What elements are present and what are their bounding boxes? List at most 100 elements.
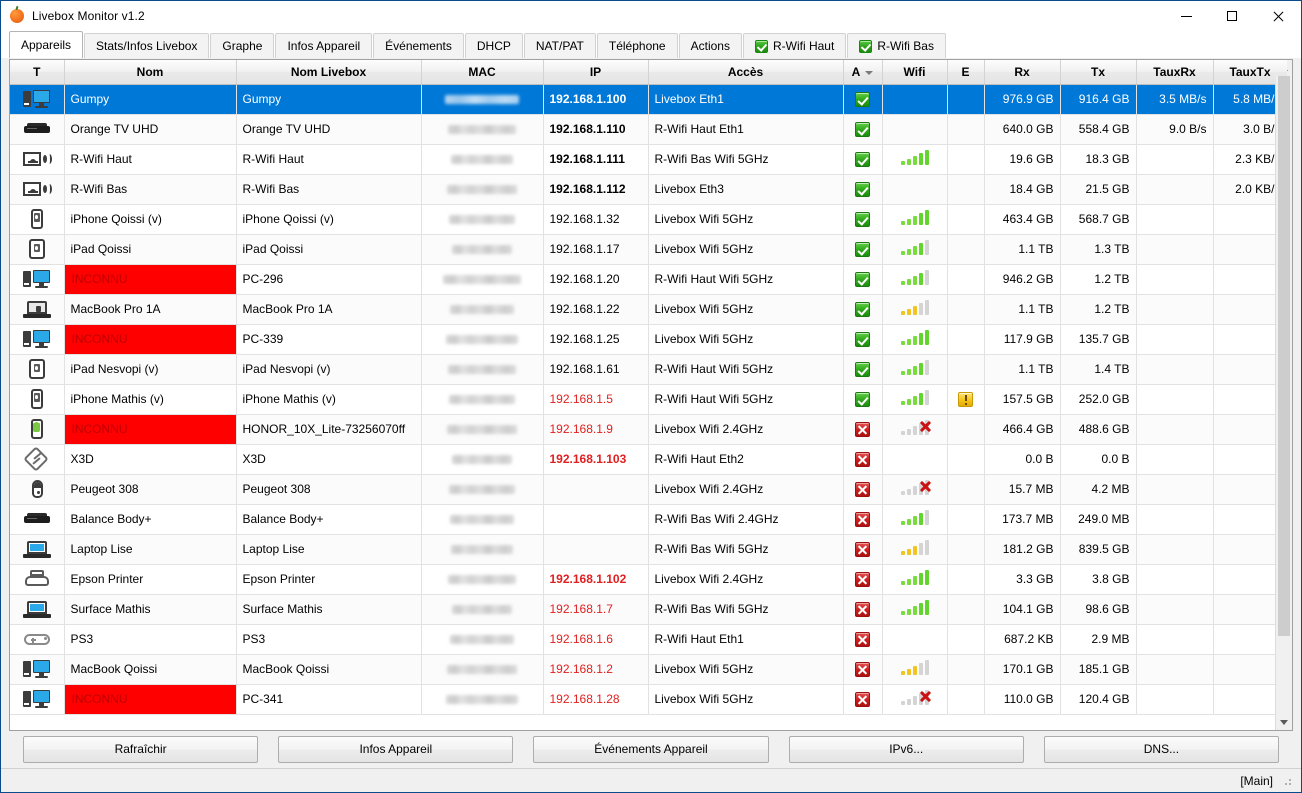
status-bar: [Main] — [1, 768, 1301, 792]
cell-ip-address: 192.168.1.112 — [543, 174, 649, 205]
vertical-scrollbar[interactable] — [1275, 60, 1292, 730]
cell-name: MacBook Qoissi — [64, 654, 237, 685]
ipv6-button[interactable]: IPv6... — [788, 735, 1024, 763]
cell-rx: 466.4 GB — [984, 414, 1061, 445]
cell-livebox-name: Laptop Lise — [236, 534, 422, 565]
tx-value: 185.1 GB — [1078, 662, 1130, 676]
table-row[interactable]: INCONNU PC-339 192.168.1.25 Livebox Wifi 5G… — [10, 324, 1288, 355]
wifi-disconnected-icon — [919, 420, 932, 433]
cell-event-flag — [947, 354, 985, 385]
cell-access-point: R-Wifi Bas Wifi 2.4GHz — [648, 504, 844, 535]
tab-actions[interactable]: Actions — [678, 33, 742, 58]
tab-r-wifi-haut[interactable]: R-Wifi Haut — [742, 33, 847, 58]
ip-address-label: 192.168.1.22 — [549, 302, 620, 316]
cell-event-flag — [947, 624, 985, 655]
maximize-button[interactable] — [1209, 1, 1255, 31]
cell-name: Peugeot 308 — [64, 474, 237, 505]
tab-stats-infos-livebox[interactable]: Stats/Infos Livebox — [84, 33, 210, 58]
tx-value: 916.4 GB — [1078, 92, 1130, 106]
v-nements-appareil-button[interactable]: Événements Appareil — [533, 735, 769, 763]
cell-active-status — [843, 384, 883, 415]
cell-active-status — [843, 654, 883, 685]
minimize-button[interactable] — [1163, 1, 1209, 31]
device-name-label: iPhone Qoissi (v) — [70, 212, 162, 226]
table-row[interactable]: iPad Qoissi iPad Qoissi 192.168.1.17 Livebo… — [10, 234, 1288, 265]
cell-tauxrx — [1136, 504, 1214, 535]
table-row[interactable]: iPhone Qoissi (v) iPhone Qoissi (v) 192.16… — [10, 204, 1288, 235]
access-point-label: Livebox Wifi 2.4GHz — [654, 422, 764, 436]
table-row[interactable]: INCONNU PC-341 192.168.1.28 Livebox Wifi 5G… — [10, 684, 1288, 715]
column-header-tauxrx[interactable]: TauxRx — [1136, 60, 1214, 85]
table-row[interactable]: Orange TV UHD Orange TV UHD 192.168.1.110 R… — [10, 114, 1288, 145]
access-point-label: R-Wifi Haut Eth1 — [654, 122, 744, 136]
tab-dhcp[interactable]: DHCP — [464, 33, 523, 58]
column-header-ip[interactable]: IP — [543, 60, 649, 85]
column-header-t[interactable]: T — [10, 60, 65, 85]
tab-infos-appareil[interactable]: Infos Appareil — [275, 33, 373, 58]
devices-grid: T Nom Nom Livebox MAC IP Accès A Wifi E Rx Tx TauxR… — [9, 59, 1293, 731]
resize-grip-icon[interactable] — [1281, 775, 1293, 787]
cell-mac-address — [421, 84, 544, 115]
tab-graphe[interactable]: Graphe — [210, 33, 275, 58]
scroll-down-button[interactable] — [1276, 714, 1292, 730]
table-row[interactable]: X3D X3D 192.168.1.103 R-Wifi Haut Eth2 0.0 B… — [10, 444, 1288, 475]
rafra-chir-button[interactable]: Rafraîchir — [23, 735, 259, 763]
tab-appareils[interactable]: Appareils — [9, 31, 84, 58]
cell-wifi-signal — [882, 474, 948, 505]
column-header-tx[interactable]: Tx — [1060, 60, 1137, 85]
table-row[interactable]: iPad Nesvopi (v) iPad Nesvopi (v) 192.168.… — [10, 354, 1288, 385]
cell-event-flag — [947, 84, 985, 115]
tab-nat-pat[interactable]: NAT/PAT — [523, 33, 596, 58]
infos-appareil-button[interactable]: Infos Appareil — [278, 735, 514, 763]
table-row[interactable]: INCONNU PC-296 192.168.1.20 R-Wifi Haut Wif… — [10, 264, 1288, 295]
cell-tauxrx — [1136, 294, 1214, 325]
cell-wifi-signal — [882, 144, 948, 175]
cell-mac-address — [421, 564, 544, 595]
column-header-mac[interactable]: MAC — [421, 60, 544, 85]
cell-tauxrx — [1136, 414, 1214, 445]
column-header-label: T — [33, 64, 41, 79]
table-row[interactable]: Peugeot 308 Peugeot 308 Livebox Wifi 2.4GH… — [10, 474, 1288, 505]
column-header-wifi[interactable]: Wifi — [882, 60, 948, 85]
table-row[interactable]: INCONNU HONOR_10X_Lite-73256070ff 192.168.… — [10, 414, 1288, 445]
table-row[interactable]: Surface Mathis Surface Mathis 192.168.1.7 R… — [10, 594, 1288, 625]
tab-t-l-phone[interactable]: Téléphone — [596, 33, 678, 58]
table-row[interactable]: Epson Printer Epson Printer 192.168.1.102 L… — [10, 564, 1288, 595]
column-header-a[interactable]: A — [843, 60, 883, 85]
column-header-nom_livebox[interactable]: Nom Livebox — [236, 60, 422, 85]
scrollbar-track[interactable] — [1276, 76, 1292, 714]
tx-value: 3.8 GB — [1092, 572, 1130, 586]
tab-v-nements[interactable]: Événements — [373, 33, 464, 58]
cell-active-status — [843, 684, 883, 715]
tab-r-wifi-bas[interactable]: R-Wifi Bas — [847, 33, 946, 58]
column-header-acces[interactable]: Accès — [648, 60, 844, 85]
cell-device-type — [10, 84, 65, 115]
table-row[interactable]: R-Wifi Haut R-Wifi Haut 192.168.1.111 R-Wif… — [10, 144, 1288, 175]
livebox-name-label: PC-341 — [242, 692, 284, 706]
cell-device-type — [10, 144, 65, 175]
close-button[interactable] — [1255, 1, 1301, 31]
dns-button[interactable]: DNS... — [1043, 735, 1280, 763]
table-row[interactable]: MacBook Pro 1A MacBook Pro 1A 192.168.1.22… — [10, 294, 1288, 325]
table-row[interactable]: MacBook Qoissi MacBook Qoissi 192.168.1.2 L… — [10, 654, 1288, 685]
scrollbar-thumb[interactable] — [1278, 76, 1290, 636]
table-row[interactable]: PS3 PS3 192.168.1.6 R-Wifi Haut Eth1 687.2 K… — [10, 624, 1288, 655]
column-header-nom[interactable]: Nom — [64, 60, 237, 85]
table-row[interactable]: R-Wifi Bas R-Wifi Bas 192.168.1.112 Livebox… — [10, 174, 1288, 205]
cell-wifi-signal — [882, 324, 948, 355]
column-header-rx[interactable]: Rx — [984, 60, 1061, 85]
cell-livebox-name: iPad Nesvopi (v) — [236, 354, 422, 385]
table-row[interactable]: Gumpy Gumpy 192.168.1.100 Livebox Eth1 976.9… — [10, 84, 1288, 115]
device-name-label: Balance Body+ — [70, 512, 152, 526]
title-bar: Livebox Monitor v1.2 — [1, 1, 1301, 31]
column-header-e[interactable]: E — [947, 60, 985, 85]
mac-address-redacted — [449, 485, 515, 495]
column-header-label: Nom — [136, 64, 164, 79]
cell-tauxrx — [1136, 684, 1214, 715]
table-row[interactable]: iPhone Mathis (v) iPhone Mathis (v) 192.16… — [10, 384, 1288, 415]
table-row[interactable]: Balance Body+ Balance Body+ R-Wifi Bas Wif… — [10, 504, 1288, 535]
ip-address-label: 192.168.1.5 — [549, 392, 613, 406]
access-point-label: Livebox Wifi 5GHz — [654, 332, 754, 346]
cell-mac-address — [421, 144, 544, 175]
table-row[interactable]: Laptop Lise Laptop Lise R-Wifi Bas Wifi 5G… — [10, 534, 1288, 565]
